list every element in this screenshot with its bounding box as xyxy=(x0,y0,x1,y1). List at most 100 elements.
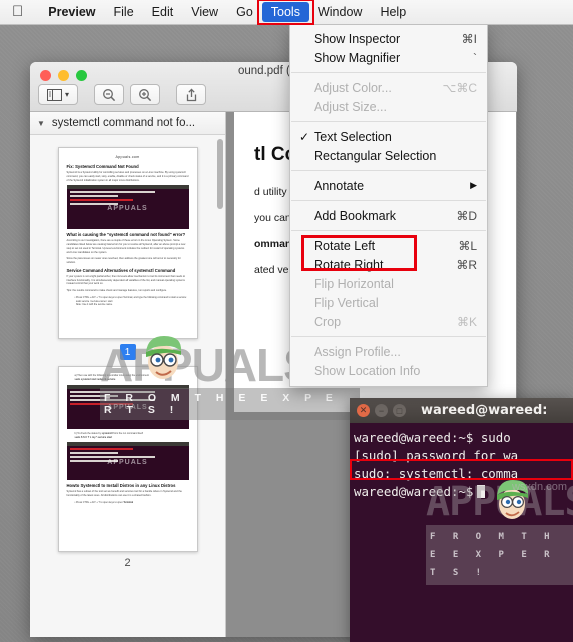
page-1-preview[interactable]: Appuals.com Fix: Systemctl Command Not F… xyxy=(57,147,198,339)
menu-tools[interactable]: Tools xyxy=(261,2,309,22)
terminal-output[interactable]: wareed@wareed:~$ sudo [sudo] password fo… xyxy=(350,423,573,585)
menu-item-add-bookmark[interactable]: Add Bookmark ⌘D xyxy=(290,206,487,225)
checkmark-icon: ✓ xyxy=(299,129,310,144)
terminal-close-button[interactable]: ✕ xyxy=(357,404,370,417)
tools-dropdown-menu[interactable]: Show Inspector ⌘I Show Magnifier ` Adjus… xyxy=(289,24,488,387)
terminal-window[interactable]: ✕ − □ wareed@wareed: wareed@wareed:~$ su… xyxy=(350,398,573,642)
terminal-maximize-button[interactable]: □ xyxy=(393,404,406,417)
thumb-paragraph: Since the para issues on newer ones reso… xyxy=(66,257,181,264)
thumb-terminal-line xyxy=(69,452,119,455)
share-icon xyxy=(186,87,196,101)
menu-view[interactable]: View xyxy=(182,2,227,22)
thumb-terminal-line xyxy=(69,390,155,393)
thumb-bullet-item: • Press CTRL + ALT + T to open keys to o… xyxy=(74,500,134,504)
menu-go[interactable]: Go xyxy=(227,2,262,22)
menu-help[interactable]: Help xyxy=(371,2,415,22)
menu-file[interactable]: File xyxy=(105,2,143,22)
menu-separator xyxy=(291,230,486,231)
page-number-badge[interactable]: 1 xyxy=(119,344,136,360)
menu-separator xyxy=(291,121,486,122)
menu-item-label: Crop xyxy=(314,314,342,329)
thumb-watermark: APPUALS xyxy=(107,404,148,412)
terminal-minimize-button[interactable]: − xyxy=(375,404,388,417)
sidebar-view-button[interactable]: ▾ xyxy=(38,84,78,105)
menu-item-label: Rotate Left xyxy=(314,238,376,253)
menu-item-shortcut: ⌘I xyxy=(461,31,477,46)
menu-item-assign-profile: Assign Profile... xyxy=(290,342,487,361)
menu-item-rotate-left[interactable]: Rotate Left ⌘L xyxy=(290,236,487,255)
menu-item-show-magnifier[interactable]: Show Magnifier ` xyxy=(290,48,487,67)
menu-item-label: Adjust Size... xyxy=(314,99,387,114)
chevron-down-icon: ▾ xyxy=(64,90,69,99)
triangle-down-icon[interactable]: ▼ xyxy=(37,119,45,128)
menu-preview[interactable]: Preview xyxy=(39,2,104,22)
thumbnail-page-1[interactable]: Appuals.com Fix: Systemctl Command Not F… xyxy=(30,147,225,360)
menu-item-text-selection[interactable]: ✓ Text Selection xyxy=(290,127,487,146)
thumb-watermark: APPUALS xyxy=(107,205,148,213)
menu-edit[interactable]: Edit xyxy=(143,2,183,22)
menu-item-label: Annotate xyxy=(314,178,365,193)
preview-toolbar[interactable]: ▾ xyxy=(38,84,206,105)
thumb-paragraph: According to our investigation, there ar… xyxy=(66,239,186,254)
thumb-heading-2: What is causing the "systemctl command n… xyxy=(66,232,186,238)
menu-tools-wrapper[interactable]: Tools xyxy=(256,0,314,25)
menu-item-rotate-right[interactable]: Rotate Right ⌘R xyxy=(290,255,487,274)
submenu-arrow-icon: ▶ xyxy=(470,180,477,190)
menu-item-label: Text Selection xyxy=(314,129,392,144)
menu-item-label: Rectangular Selection xyxy=(314,148,437,163)
thumb-terminal-line-highlighted xyxy=(69,199,133,202)
magnifier-plus-icon xyxy=(139,88,152,101)
thumb-paragraph: Tips: the results command to make check … xyxy=(66,289,167,292)
macos-menubar[interactable]:  Preview File Edit View Go Tools Window… xyxy=(0,0,573,25)
menu-item-annotate[interactable]: Annotate ▶ xyxy=(290,176,487,195)
site-watermark: wsxdn.com xyxy=(511,481,567,493)
menu-item-label: Add Bookmark xyxy=(314,208,396,223)
zoom-in-button[interactable] xyxy=(130,84,160,105)
terminal-line: wareed@wareed:~$ sudo xyxy=(354,430,511,445)
thumb-bullet-item: a) Then use with the following to a simi… xyxy=(74,374,149,381)
page-number-label: 2 xyxy=(124,557,131,569)
thumb-paragraph: If your system is not a light partial ei… xyxy=(66,274,186,286)
menu-item-shortcut: ⌘L xyxy=(458,238,477,253)
thumbnail-page-2[interactable]: a) Then use with the following to a simi… xyxy=(30,366,225,569)
menu-item-adjust-color: Adjust Color... ⌥⌘C xyxy=(290,78,487,97)
menu-item-label: Show Location Info xyxy=(314,363,421,378)
menu-separator xyxy=(291,72,486,73)
menu-item-label: Adjust Color... xyxy=(314,80,392,95)
thumb-terminal-titlebar xyxy=(66,384,189,389)
terminal-watermark-tagline: F R O M T H E E X P E R T S ! xyxy=(426,525,573,585)
menu-item-label: Show Magnifier xyxy=(314,50,401,65)
menu-item-shortcut: ⌘D xyxy=(456,208,477,223)
zoom-out-button[interactable] xyxy=(94,84,124,105)
thumb-heading-3: Service Command Alternatives of systemct… xyxy=(66,267,176,273)
terminal-annotation-box xyxy=(350,459,573,480)
thumb-terminal-image: APPUALS xyxy=(66,442,189,481)
sidebar-scrollbar[interactable] xyxy=(217,139,223,209)
menu-separator xyxy=(291,336,486,337)
menu-item-label: Assign Profile... xyxy=(314,344,401,359)
magnifier-minus-icon xyxy=(103,88,116,101)
thumb-terminal-line xyxy=(69,195,119,198)
menu-item-flip-horizontal: Flip Horizontal xyxy=(290,274,487,293)
thumb-bullet-item: • Press CTRL + ALT + T to open keys to o… xyxy=(74,295,187,307)
menu-item-show-inspector[interactable]: Show Inspector ⌘I xyxy=(290,29,487,48)
thumb-bullet-item: b) To check the status by systemctl from… xyxy=(74,431,143,439)
menu-item-rectangular-selection[interactable]: Rectangular Selection xyxy=(290,146,487,165)
menu-window[interactable]: Window xyxy=(309,2,371,22)
terminal-titlebar[interactable]: ✕ − □ wareed@wareed: xyxy=(350,398,573,423)
menu-item-label: Rotate Right xyxy=(314,257,384,272)
thumb-paragraph: Systemd has a subset of the tool set we … xyxy=(66,490,182,498)
terminal-title: wareed@wareed: xyxy=(421,403,548,418)
menu-item-label: Flip Horizontal xyxy=(314,276,394,291)
menu-item-shortcut: ⌥⌘C xyxy=(442,80,478,95)
sidebar-header[interactable]: ▼ systemctl command not fo... xyxy=(30,112,225,135)
page-2-preview[interactable]: a) Then use with the following to a simi… xyxy=(57,366,198,552)
share-button[interactable] xyxy=(176,84,206,105)
thumb-terminal-image: APPUALS xyxy=(66,185,189,230)
thumb-terminal-line xyxy=(69,394,119,397)
menu-item-show-location-info: Show Location Info xyxy=(290,361,487,380)
thumbnail-sidebar[interactable]: ▼ systemctl command not fo... Appuals.co… xyxy=(30,112,226,637)
menu-separator xyxy=(291,170,486,171)
apple-logo-icon[interactable]:  xyxy=(12,4,23,19)
thumb-terminal-line-highlighted xyxy=(69,448,133,451)
